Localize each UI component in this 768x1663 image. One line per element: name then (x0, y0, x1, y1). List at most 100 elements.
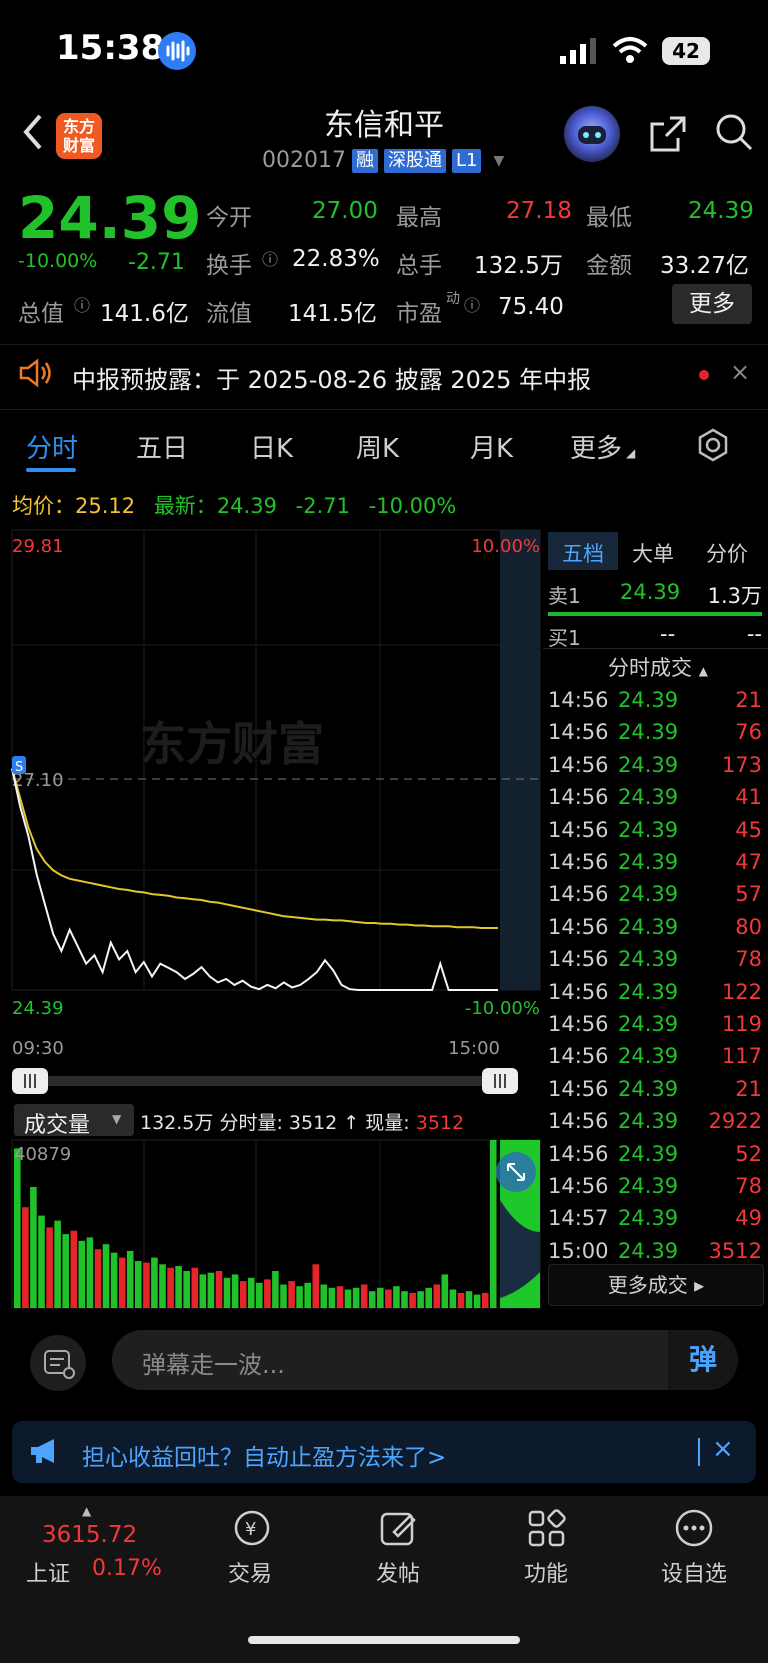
trade-time: 14:56 (548, 947, 609, 972)
trade-row: 14:57 24.39 49 (548, 1202, 762, 1234)
volume-bar (280, 1284, 287, 1308)
volume-bar (312, 1264, 320, 1308)
comment-settings-icon[interactable] (30, 1335, 86, 1391)
more-button[interactable]: 更多 (672, 284, 752, 324)
pe-label: 市盈 (396, 301, 442, 327)
volume-bar (78, 1240, 86, 1308)
intraday-chart[interactable]: 东方财富 29.81 10.00% 27.10 24.39 -10.00% S … (0, 520, 545, 1140)
trades-header[interactable]: 分时成交 ▲ (608, 652, 708, 682)
share-icon[interactable] (648, 114, 688, 154)
volume-bar (38, 1215, 45, 1308)
nav-trade[interactable]: 交易 (200, 1556, 300, 1588)
float-cap-label: 流值 (206, 301, 252, 327)
tab-more[interactable]: 更多 ◢ (570, 428, 635, 465)
index-value[interactable]: 3615.72 (42, 1522, 137, 1548)
open-label: 今开 (206, 205, 252, 231)
y-bottom-pct-label: -10.00% (465, 998, 540, 1019)
more-dots-icon[interactable] (674, 1508, 714, 1548)
nav-watchlist[interactable]: 设自选 (644, 1556, 744, 1588)
avg-price-line (11, 768, 498, 929)
chevron-up-icon: ▲ (698, 664, 708, 678)
sell1-row: 卖1 24.39 1.3万 (548, 580, 762, 608)
volume-bar (151, 1257, 158, 1308)
functions-grid-icon[interactable] (526, 1508, 566, 1548)
index-change[interactable]: 0.17% (92, 1556, 162, 1581)
trade-row: 14:56 24.39 78 (548, 1170, 762, 1202)
nav-functions[interactable]: 功能 (496, 1556, 596, 1588)
trade-volume: 21 (735, 688, 762, 712)
info-icon[interactable]: ⓘ (262, 246, 278, 270)
x-start-label: 09:30 (12, 1038, 64, 1059)
close-icon[interactable]: × (730, 358, 750, 386)
volume-bar (167, 1267, 174, 1308)
info-icon[interactable]: ⓘ (464, 292, 480, 316)
trade-icon[interactable]: ¥ (230, 1508, 274, 1548)
volume-bar (272, 1271, 279, 1308)
latest-change-pct: -10.00% (368, 494, 457, 518)
avg-price-label: 均价： (12, 494, 75, 518)
trade-time: 14:56 (548, 720, 609, 745)
tab-monthly-k[interactable]: 月K (470, 428, 513, 465)
sell1-volume-bar (548, 612, 762, 616)
trade-volume: 45 (735, 817, 762, 842)
panel-tab-big-orders[interactable]: 大单 (632, 538, 674, 568)
info-icon[interactable]: ⓘ (74, 292, 90, 316)
tag-connect: 深股通 (383, 148, 446, 173)
wifi-icon (612, 37, 648, 63)
panel-tab-order-book[interactable]: 五档 (562, 538, 604, 568)
post-icon[interactable] (378, 1508, 418, 1548)
stock-subline[interactable]: 002017 融 深股通 L1 ▼ (262, 148, 504, 173)
chart-info-line: 均价：25.12 最新：24.39 -2.71 -10.00% (12, 490, 456, 520)
trade-price: 24.39 (618, 1174, 679, 1198)
trade-time: 14:56 (548, 979, 609, 1004)
range-slider-track[interactable] (30, 1076, 510, 1086)
more-trades-button[interactable]: 更多成交 ▸ (548, 1264, 764, 1306)
trade-volume: 119 (721, 1012, 762, 1036)
index-name[interactable]: 上证 (26, 1556, 70, 1588)
open-value: 27.00 (312, 198, 378, 224)
trade-volume: 2922 (708, 1109, 762, 1134)
promo-text[interactable]: 担心收益回吐？自动止盈方法来了> (82, 1438, 446, 1472)
trade-time: 14:56 (548, 882, 609, 907)
price-line (11, 768, 498, 991)
trade-price: 24.39 (618, 1012, 679, 1036)
volume-chart[interactable]: 40879 (0, 1132, 545, 1312)
close-icon[interactable]: × (712, 1434, 734, 1464)
volume-bar (377, 1287, 384, 1308)
notice-text[interactable]: 中报预披露：于 2025-08-26 披露 2025 年中报 (72, 360, 591, 395)
call-auction-zone (500, 530, 540, 990)
volume-summary: 132.5万 分时量: 3512 ↑ 现量: 3512 (140, 1108, 464, 1135)
danmu-send-button[interactable]: 弹 (668, 1330, 738, 1390)
tab-weekly-k[interactable]: 周K (356, 428, 399, 465)
up-triangle-icon: ▲ (82, 1504, 92, 1518)
tab-intraday[interactable]: 分时 (26, 428, 78, 465)
tab-five-day[interactable]: 五日 (136, 428, 188, 465)
volume-bar (46, 1227, 53, 1308)
panel-tab-price-dist[interactable]: 分价 (706, 538, 748, 568)
volume-label: 总手 (396, 253, 442, 279)
current-volume-label: 现量: (365, 1112, 410, 1134)
search-icon[interactable] (714, 112, 754, 152)
float-cap-value: 141.5亿 (288, 301, 377, 327)
volume-bar (264, 1279, 271, 1308)
change-amount: -2.71 (128, 250, 185, 275)
pe-dynamic-superscript: 动 (446, 291, 460, 307)
y-bottom-label: 24.39 (12, 998, 64, 1019)
gear-icon[interactable] (696, 428, 730, 462)
nav-post[interactable]: 发帖 (348, 1556, 448, 1588)
volume-bar (360, 1284, 368, 1308)
current-volume-value: 3512 (415, 1112, 465, 1134)
y-top-label: 29.81 (12, 536, 64, 557)
volume-bar (231, 1274, 239, 1308)
volume-bar (425, 1287, 432, 1308)
volume-bar (126, 1250, 134, 1308)
trade-volume: 41 (735, 785, 762, 810)
tab-daily-k[interactable]: 日K (250, 428, 293, 465)
stock-code: 002017 (262, 148, 346, 173)
trade-row: 14:56 24.39 41 (548, 781, 762, 813)
volume-bar (441, 1274, 449, 1308)
trade-row: 14:56 24.39 21 (548, 684, 762, 716)
trade-time: 15:00 (548, 1238, 609, 1263)
trade-row: 15:00 24.39 3512 (548, 1235, 762, 1267)
assistant-robot-icon[interactable] (564, 106, 620, 162)
